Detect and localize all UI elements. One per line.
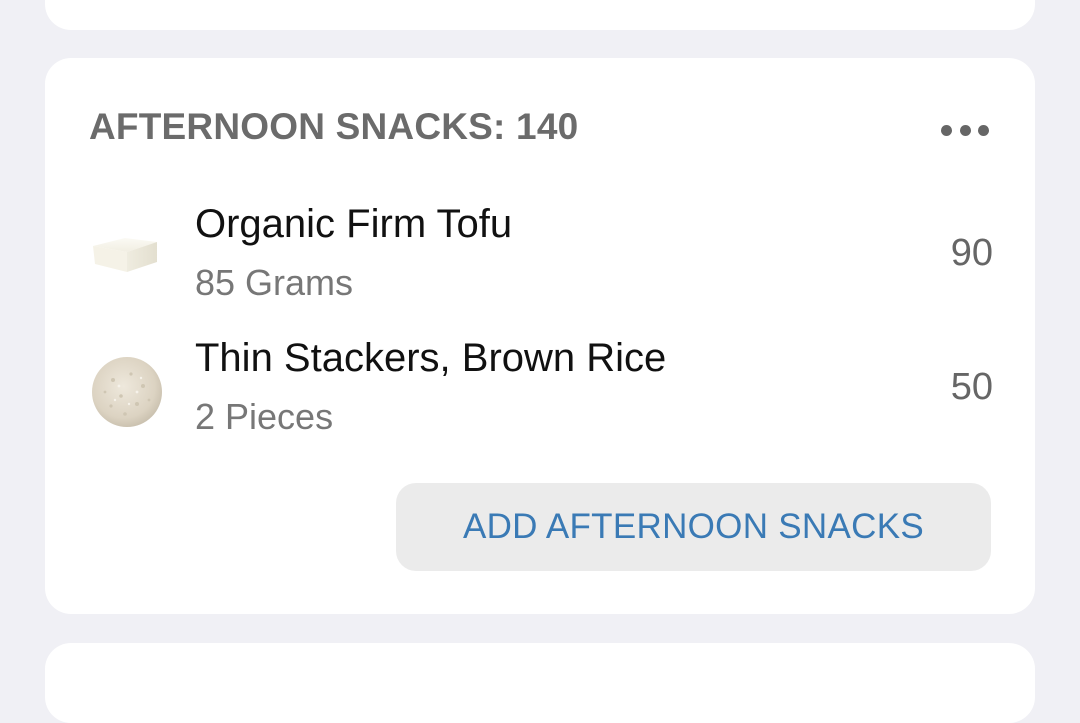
food-item-thin-stackers[interactable]: Thin Stackers, Brown Rice 2 Pieces 50 bbox=[45, 326, 1035, 446]
food-serving: 85 Grams bbox=[195, 262, 354, 303]
section-title: AFTERNOON SNACKS: 140 bbox=[89, 106, 579, 147]
rice-cake-image bbox=[92, 357, 162, 427]
more-horizontal-icon bbox=[959, 124, 971, 136]
add-afternoon-snacks-button[interactable]: ADD AFTERNOON SNACKS bbox=[396, 483, 991, 571]
food-name: Thin Stackers, Brown Rice bbox=[195, 336, 667, 380]
food-name: Organic Firm Tofu bbox=[195, 202, 513, 246]
tofu-image bbox=[93, 238, 157, 272]
more-horizontal-icon bbox=[941, 124, 952, 136]
next-meal-card bbox=[45, 643, 1035, 723]
food-calories: 90 bbox=[950, 232, 993, 274]
more-options-button[interactable] bbox=[941, 118, 989, 142]
food-item-tofu[interactable]: Organic Firm Tofu 85 Grams 90 bbox=[45, 192, 1035, 312]
previous-meal-card bbox=[45, 0, 1035, 30]
afternoon-snacks-card: AFTERNOON SNACKS: 140 Organic Firm Tofu … bbox=[45, 58, 1035, 614]
more-horizontal-icon bbox=[978, 124, 989, 136]
food-calories: 50 bbox=[950, 366, 993, 408]
food-serving: 2 Pieces bbox=[195, 396, 334, 437]
